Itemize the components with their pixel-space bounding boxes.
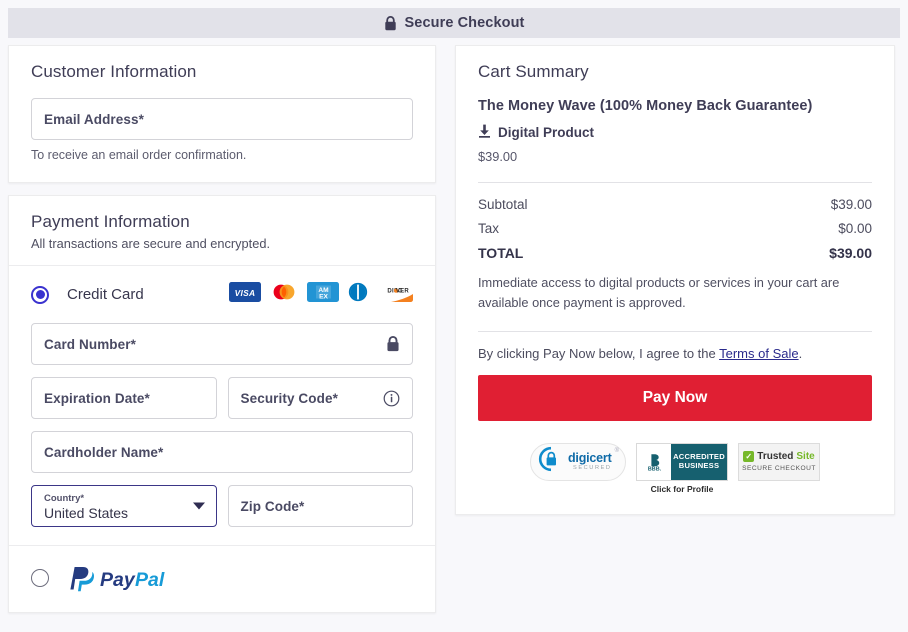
- product-type-row: Digital Product: [478, 124, 872, 141]
- security-code-field[interactable]: Security Code*: [227, 377, 413, 419]
- divider: [478, 330, 872, 332]
- product-name: The Money Wave (100% Money Back Guarante…: [478, 98, 813, 114]
- expiration-date-field[interactable]: Expiration Date*: [31, 377, 217, 419]
- terms-of-sale-link[interactable]: Terms of Sale: [719, 346, 798, 361]
- email-helper-text: To receive an email order confirmation.: [31, 148, 247, 162]
- bbb-badge[interactable]: BBB. ACCREDITED BUSINESS Click for Profi…: [636, 442, 728, 494]
- payment-subtitle: All transactions are secure and encrypte…: [31, 236, 271, 251]
- payment-information-title: Payment Information: [31, 212, 190, 231]
- subtotal-row: Subtotal $39.00: [478, 197, 872, 212]
- zip-code-placeholder: Zip Code*: [240, 498, 305, 514]
- terms-prefix: By clicking Pay Now below, I agree to th…: [478, 345, 720, 361]
- total-row: TOTAL $39.00: [478, 245, 872, 261]
- customer-information-panel: Customer Information Email Address* To r…: [8, 45, 436, 183]
- checkmark-icon: ✓: [743, 451, 755, 463]
- email-field[interactable]: Email Address*: [31, 98, 413, 140]
- info-icon[interactable]: [383, 390, 400, 407]
- svg-text:VER: VER: [396, 289, 409, 295]
- trustedsite-name: Trusted: [757, 451, 794, 463]
- card-number-field[interactable]: Card Number*: [31, 323, 413, 365]
- tax-label: Tax: [478, 221, 500, 236]
- trust-badges: digicert SECURED ® BBB. ACCREDITED BUSIN…: [478, 442, 872, 494]
- payment-information-panel: Payment Information All transactions are…: [8, 195, 436, 613]
- terms-agreement: By clicking Pay Now below, I agree to th…: [478, 346, 872, 361]
- diners-club-icon: [346, 282, 370, 307]
- secure-checkout-label: Secure Checkout: [404, 15, 525, 31]
- registered-mark-icon: ®: [614, 447, 619, 454]
- trustedsite-badge[interactable]: ✓ Trusted Site SECURE CHECKOUT: [738, 442, 820, 481]
- country-label: Country*: [44, 492, 85, 504]
- zip-code-field[interactable]: Zip Code*: [227, 485, 413, 527]
- svg-text:BBB.: BBB.: [647, 466, 661, 471]
- left-column: Customer Information Email Address* To r…: [8, 45, 436, 613]
- accepted-card-logos: VISA AM EX VER: [229, 282, 413, 307]
- amex-icon: AM EX: [307, 282, 339, 307]
- credit-card-label: Credit Card: [67, 286, 144, 303]
- subtotal-value: $39.00: [830, 197, 872, 212]
- trustedsite-sub: SECURE CHECKOUT: [742, 465, 816, 473]
- digicert-sub: SECURED: [573, 465, 612, 472]
- chevron-down-icon[interactable]: [192, 502, 205, 510]
- bbb-line2: BUSINESS: [678, 460, 720, 470]
- cart-summary-title: Cart Summary: [478, 62, 589, 81]
- lock-icon: [384, 15, 397, 31]
- payment-method-credit-card[interactable]: Credit Card VISA AM EX VER: [9, 266, 435, 307]
- subtotal-label: Subtotal: [478, 197, 528, 212]
- card-number-placeholder: Card Number*: [44, 336, 136, 352]
- digicert-wordmark: digicert SECURED: [568, 452, 612, 472]
- tax-value: $0.00: [838, 221, 872, 236]
- tax-row: Tax $0.00: [478, 221, 872, 236]
- paypal-icon: Pay Pal: [67, 564, 171, 592]
- credit-card-fields: Card Number* Expiration Date* Security C…: [9, 307, 435, 545]
- bbb-accredited-text: ACCREDITED BUSINESS: [671, 443, 727, 480]
- mastercard-icon: [268, 282, 300, 307]
- product-type-label: Digital Product: [498, 125, 595, 140]
- download-icon: [478, 124, 491, 141]
- radio-credit-card[interactable]: [31, 285, 49, 304]
- divider: [478, 182, 872, 183]
- expiration-date-placeholder: Expiration Date*: [44, 390, 150, 406]
- visa-icon: VISA: [229, 282, 261, 307]
- security-code-placeholder: Security Code*: [240, 390, 338, 406]
- svg-text:VISA: VISA: [235, 288, 256, 298]
- radio-paypal[interactable]: [31, 569, 49, 587]
- country-value: United States: [44, 504, 129, 521]
- digicert-name: digicert: [568, 450, 612, 465]
- bbb-torch-icon: BBB.: [637, 443, 671, 480]
- lock-icon: [386, 336, 400, 352]
- payment-method-paypal[interactable]: Pay Pal: [9, 546, 435, 612]
- terms-suffix: .: [798, 345, 803, 361]
- secure-checkout-bar: Secure Checkout: [8, 8, 900, 38]
- access-note: Immediate access to digital products or …: [478, 275, 840, 310]
- right-column: Cart Summary The Money Wave (100% Money …: [455, 45, 895, 515]
- cart-summary-panel: Cart Summary The Money Wave (100% Money …: [455, 45, 895, 515]
- cardholder-name-field[interactable]: Cardholder Name*: [31, 431, 413, 473]
- digicert-badge[interactable]: digicert SECURED ®: [530, 442, 626, 481]
- svg-text:EX: EX: [319, 293, 328, 300]
- pay-now-button[interactable]: Pay Now: [478, 374, 872, 421]
- bbb-badge-box: BBB. ACCREDITED BUSINESS: [636, 442, 728, 481]
- radio-credit-card-dot: [35, 290, 45, 299]
- svg-text:Pal: Pal: [135, 569, 165, 591]
- payment-header: Payment Information All transactions are…: [9, 196, 435, 265]
- digicert-lock-icon: [538, 446, 564, 477]
- trustedsite-wordmark: ✓ Trusted Site: [743, 451, 815, 463]
- cardholder-name-placeholder: Cardholder Name*: [44, 444, 164, 460]
- svg-text:Pay: Pay: [100, 569, 136, 591]
- total-label: TOTAL: [478, 245, 524, 261]
- checkout-page: Secure Checkout Customer Information Ema…: [0, 0, 908, 632]
- trustedsite-name2: Site: [796, 451, 815, 463]
- country-select[interactable]: Country* United States: [31, 485, 217, 527]
- bbb-click-for-profile[interactable]: Click for Profile: [636, 484, 728, 494]
- total-value: $39.00: [829, 245, 872, 261]
- email-placeholder: Email Address*: [44, 111, 144, 127]
- product-price: $39.00: [478, 149, 518, 164]
- customer-information-title: Customer Information: [31, 62, 197, 81]
- discover-icon: DISC VER: [377, 282, 413, 307]
